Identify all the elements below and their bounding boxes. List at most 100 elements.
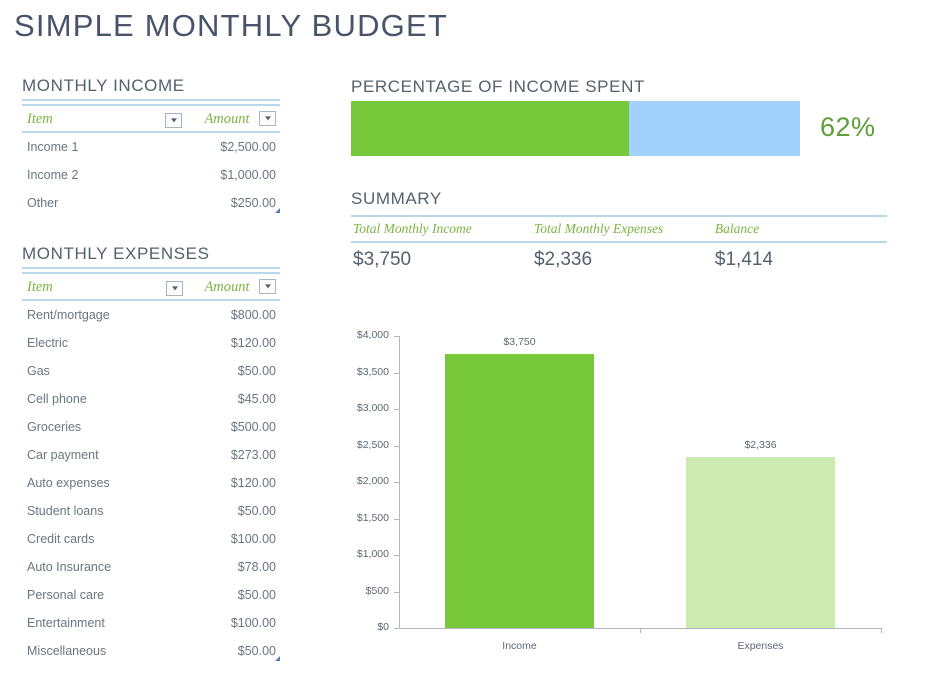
page-title: SIMPLE MONTHLY BUDGET — [14, 8, 449, 43]
chart-y-tick-label: $3,000 — [356, 402, 389, 414]
expense-item-amount: $50.00 — [237, 504, 276, 518]
chart-y-tick-label: $500 — [365, 584, 389, 597]
table-row[interactable]: Auto Insurance $78.00 — [22, 553, 280, 581]
summary-heading: SUMMARY — [351, 189, 442, 208]
chart-y-tick-label: $3,500 — [356, 365, 389, 378]
percentage-spent-heading: PERCENTAGE OF INCOME SPENT — [351, 77, 645, 96]
filter-item-chevron-down-icon[interactable] — [166, 280, 184, 296]
monthly-expenses-table: Item Amount Rent/mortgage $800.00 Electr… — [22, 272, 280, 665]
table-row[interactable]: Electric $120.00 — [22, 329, 280, 357]
column-header-item-label: Item — [27, 278, 53, 295]
chart-y-tick-mark — [394, 555, 399, 556]
percentage-bar-remaining-segment — [629, 101, 800, 156]
table-row[interactable]: Car payment $273.00 — [22, 441, 280, 469]
summary-values-row: $3,750 $2,336 $1,414 — [351, 242, 887, 276]
expense-item-name: Car payment — [27, 448, 99, 462]
monthly-income-table-body: Income 1 $2,500.00 Income 2 $1,000.00 Ot… — [22, 132, 280, 217]
table-row[interactable]: Groceries $500.00 — [22, 413, 280, 441]
filter-item-chevron-down-icon[interactable] — [165, 112, 183, 128]
chart-y-axis — [399, 336, 400, 628]
expense-item-amount: $273.00 — [230, 448, 276, 462]
chart-y-tick-mark — [394, 628, 399, 629]
summary-column-header-balance: Balance — [712, 215, 887, 243]
percentage-bar-spent-segment — [351, 101, 630, 156]
expense-item-amount: $500.00 — [230, 420, 276, 434]
expense-item-name: Credit cards — [27, 532, 95, 546]
chart-x-category-label: Income — [502, 640, 537, 652]
monthly-expenses-heading: MONTHLY EXPENSES — [22, 244, 280, 269]
summary-total-income: $3,750 — [353, 248, 412, 270]
percentage-spent-bar — [351, 101, 800, 156]
income-item-name: Income 1 — [27, 140, 79, 154]
chart-y-tick-mark — [394, 336, 399, 337]
chart-y-tick-mark — [394, 372, 399, 374]
table-row[interactable]: Miscellaneous $50.00 — [22, 637, 280, 665]
chart-bar-value-label: $3,750 — [503, 336, 536, 349]
chart-y-tick-label: $2,000 — [356, 475, 389, 487]
expense-item-name: Miscellaneous — [27, 644, 107, 658]
summary-header-row: Total Monthly Income Total Monthly Expen… — [351, 215, 887, 243]
column-header-item: Item — [22, 104, 189, 133]
chart-y-tick-label: $4,000 — [356, 329, 389, 341]
column-header-item-label: Item — [27, 110, 53, 127]
income-item-amount: $2,500.00 — [220, 140, 276, 154]
expense-item-amount: $100.00 — [230, 616, 276, 630]
table-row[interactable]: Auto expenses $120.00 — [22, 469, 280, 497]
expense-item-amount: $50.00 — [237, 364, 276, 378]
table-row[interactable]: Income 2 $1,000.00 — [22, 161, 280, 189]
table-row[interactable]: Entertainment $100.00 — [22, 609, 280, 637]
income-table-resize-handle[interactable] — [275, 208, 280, 213]
chart-bar-value-label: $2,336 — [744, 439, 777, 452]
chart-y-tick-mark — [394, 482, 399, 483]
chart-x-tick-mark — [640, 628, 641, 633]
expense-item-amount: $100.00 — [230, 532, 276, 546]
table-row[interactable]: Student loans $50.00 — [22, 497, 280, 525]
expense-item-amount: $45.00 — [237, 392, 276, 406]
expense-item-amount: $800.00 — [230, 308, 276, 322]
chart-bar[interactable] — [685, 457, 836, 628]
expense-item-name: Entertainment — [27, 616, 105, 630]
income-item-amount: $1,000.00 — [220, 168, 276, 182]
table-header-row: Item Amount — [22, 104, 280, 133]
expense-item-amount: $120.00 — [230, 336, 276, 350]
column-header-amount: Amount — [188, 104, 280, 133]
chart-y-tick-label: $1,000 — [356, 548, 389, 560]
chart-x-category-label: Expenses — [737, 640, 784, 652]
table-row[interactable]: Other $250.00 — [22, 189, 280, 217]
expense-item-name: Electric — [27, 336, 68, 350]
income-vs-expenses-bar-chart: $0 $500 $1,000 $1,500 $2,000 $2,500 $3,000 $3,5… — [351, 310, 887, 670]
filter-amount-chevron-down-icon[interactable] — [259, 278, 276, 294]
expense-item-name: Personal care — [27, 588, 105, 602]
expenses-table-resize-handle[interactable] — [275, 656, 280, 661]
filter-amount-chevron-down-icon[interactable] — [259, 110, 276, 126]
expense-item-amount: $50.00 — [237, 588, 276, 602]
chart-y-tick-mark — [394, 409, 399, 410]
chart-y-tick-label: $2,500 — [356, 438, 389, 451]
table-row[interactable]: Income 1 $2,500.00 — [22, 132, 280, 161]
column-header-amount-label: Amount — [204, 110, 250, 127]
percentage-spent-value: 62% — [820, 112, 876, 142]
summary-total-expenses: $2,336 — [533, 248, 593, 270]
table-header-row: Item Amount — [22, 272, 280, 301]
table-row[interactable]: Cell phone $45.00 — [22, 385, 280, 413]
chart-x-tick-mark — [881, 628, 882, 633]
summary-table: Total Monthly Income Total Monthly Expen… — [351, 215, 887, 276]
summary-column-header-income: Total Monthly Income — [351, 215, 532, 243]
income-item-amount: $250.00 — [230, 196, 276, 210]
income-item-name: Income 2 — [27, 168, 79, 182]
monthly-income-heading: MONTHLY INCOME — [22, 76, 280, 101]
chart-y-tick-mark — [394, 591, 399, 593]
expense-item-name: Student loans — [27, 504, 104, 518]
table-row[interactable]: Personal care $50.00 — [22, 581, 280, 609]
chart-bar[interactable] — [444, 354, 595, 628]
table-row[interactable]: Rent/mortgage $800.00 — [22, 300, 280, 329]
expense-item-name: Auto Insurance — [27, 560, 112, 574]
expense-item-amount: $78.00 — [237, 560, 276, 574]
table-row[interactable]: Gas $50.00 — [22, 357, 280, 385]
expense-item-name: Groceries — [27, 420, 82, 434]
monthly-income-table: Item Amount Income 1 $2,500.00 Income 2 … — [22, 104, 280, 217]
table-row[interactable]: Credit cards $100.00 — [22, 525, 280, 553]
column-header-item: Item — [22, 272, 190, 301]
chart-y-tick-label: $1,500 — [356, 511, 389, 524]
column-header-amount: Amount — [189, 272, 280, 301]
